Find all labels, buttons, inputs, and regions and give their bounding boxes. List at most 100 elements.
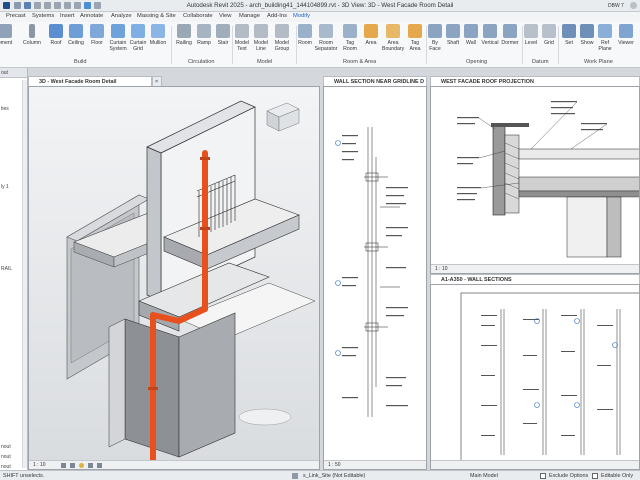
railing-button[interactable]: Railing: [174, 24, 194, 58]
ribbon: oment Column Roof Ceiling Floor Curtain …: [0, 22, 640, 68]
curtain-system-icon: [111, 24, 125, 38]
mullion-icon: [151, 24, 165, 38]
user-label[interactable]: DBW 7: [608, 3, 624, 9]
window-title: Autodesk Revit 2025 - arch_building41_14…: [186, 2, 454, 9]
menu-view[interactable]: View: [219, 13, 231, 19]
menu-systems[interactable]: Systems: [32, 13, 54, 19]
dormer-icon: [503, 24, 517, 38]
view-3d-west-facade[interactable]: 1 : 10: [28, 86, 320, 470]
status-bar: SHIFT unselects. s_Link_Site (Not Editab…: [0, 470, 640, 480]
exclude-options-checkbox[interactable]: [540, 473, 546, 479]
tab-3d-close[interactable]: ×: [152, 76, 162, 86]
model-line-button[interactable]: Model Line: [252, 24, 270, 58]
view-scale[interactable]: 1 : 50: [328, 462, 341, 468]
ramp-icon: [197, 24, 211, 38]
dormer-button[interactable]: Dormer: [500, 24, 520, 58]
view-roof-projection[interactable]: 1 : 10: [430, 86, 640, 274]
shaft-button[interactable]: Shaft: [445, 24, 461, 58]
vertical-opening-button[interactable]: Vertical: [480, 24, 500, 58]
properties-row[interactable]: nout: [1, 454, 11, 460]
menu-precast[interactable]: Precast: [6, 13, 26, 19]
properties-row[interactable]: ly 1: [1, 184, 9, 190]
shadows-icon[interactable]: [88, 463, 93, 468]
menu-insert[interactable]: Insert: [60, 13, 75, 19]
menu-manage[interactable]: Manage: [239, 13, 260, 19]
model-text-icon: [235, 24, 249, 38]
crop-view-icon[interactable]: [97, 463, 102, 468]
view-wall-sections-sheet[interactable]: [430, 284, 640, 470]
status-exclude-options: Exclude Options: [549, 473, 589, 479]
menu-add-ins[interactable]: Add-Ins: [267, 13, 287, 19]
by-face-icon: [428, 24, 442, 38]
ceiling-button[interactable]: Ceiling: [66, 24, 86, 58]
help-icon[interactable]: [630, 2, 637, 9]
room-button[interactable]: Room: [297, 24, 313, 58]
menu-analyze[interactable]: Analyze: [111, 13, 132, 19]
properties-row[interactable]: nout: [1, 444, 11, 450]
view-scale[interactable]: 1 : 10: [435, 266, 448, 272]
tag-area-button[interactable]: Tag Area: [406, 24, 424, 58]
tag-room-button[interactable]: Tag Room: [341, 24, 359, 58]
grid-icon: [542, 24, 556, 38]
view-control-bar: [431, 460, 639, 469]
roof-detail-drawing: [457, 101, 639, 258]
panel-label-datum: Datum: [532, 59, 549, 65]
tab-roof-projection-label: WEST FACADE ROOF PROJECTION: [441, 79, 534, 85]
status-link[interactable]: s_Link_Site (Not Editable): [303, 473, 365, 479]
moment-icon: [0, 24, 12, 38]
panel-label-work-plane: Work Plane: [584, 59, 613, 65]
viewer-button[interactable]: Viewer: [614, 24, 638, 58]
area-boundary-button[interactable]: Area Boundary: [382, 24, 404, 58]
show-button[interactable]: Show: [578, 24, 596, 58]
shaft-icon: [446, 24, 460, 38]
ramp-button[interactable]: Ramp: [196, 24, 212, 58]
worksets-icon[interactable]: [292, 473, 298, 479]
level-button[interactable]: Level: [523, 24, 539, 58]
wall-opening-icon: [464, 24, 478, 38]
visual-style-icon[interactable]: [70, 463, 75, 468]
view-wall-section-d[interactable]: 1 : 50: [323, 86, 427, 470]
properties-panel[interactable]: out ties ly 1 RAIL nout nout nout: [0, 68, 28, 470]
properties-panel-scrollbar[interactable]: [22, 80, 27, 468]
moment-button[interactable]: oment: [0, 24, 14, 58]
view-control-bar: 1 : 10: [431, 264, 639, 273]
ref-plane-button[interactable]: Ref Plane: [597, 24, 613, 58]
curtain-grid-icon: [131, 24, 145, 38]
room-separator-button[interactable]: Room Separator: [313, 24, 339, 58]
curtain-grid-button[interactable]: Curtain Grid: [128, 24, 148, 58]
close-icon: ×: [155, 79, 159, 85]
status-message: SHIFT unselects.: [3, 473, 45, 479]
tab-3d-west-facade[interactable]: 3D - West Facade Room Detail: [28, 76, 152, 86]
set-button[interactable]: Set: [561, 24, 577, 58]
tab-3d-west-facade-label: 3D - West Facade Room Detail: [39, 79, 117, 85]
tab-roof-projection[interactable]: WEST FACADE ROOF PROJECTION: [430, 76, 640, 86]
by-face-button[interactable]: By Face: [427, 24, 443, 58]
floor-button[interactable]: Floor: [88, 24, 106, 58]
editable-only-checkbox[interactable]: [592, 473, 598, 479]
tab-wall-sections-sheet[interactable]: A1-A350 - WALL SECTIONS: [430, 274, 640, 284]
wall-opening-button[interactable]: Wall: [464, 24, 478, 58]
grid-button[interactable]: Grid: [542, 24, 556, 58]
sun-path-icon[interactable]: [79, 463, 84, 468]
detail-level-icon[interactable]: [61, 463, 66, 468]
room-icon: [298, 24, 312, 38]
mullion-button[interactable]: Mullion: [148, 24, 168, 58]
model-text-button[interactable]: Model Text: [233, 24, 251, 58]
view-scale[interactable]: 1 : 10: [33, 462, 46, 468]
menu-annotate[interactable]: Annotate: [80, 13, 103, 19]
tab-wall-section-d[interactable]: WALL SECTION NEAR GRIDLINE D: [323, 76, 427, 86]
curtain-system-button[interactable]: Curtain System: [107, 24, 129, 58]
properties-row[interactable]: ties: [1, 106, 9, 112]
properties-row[interactable]: RAIL: [1, 266, 12, 272]
ribbon-divider: [558, 26, 559, 64]
status-design-option[interactable]: Main Model: [470, 473, 498, 479]
column-button[interactable]: Column: [22, 24, 42, 58]
menu-modify[interactable]: Modify: [293, 13, 310, 19]
menu-massing-site[interactable]: Massing & Site: [137, 13, 176, 19]
model-group-button[interactable]: Model Group: [272, 24, 292, 58]
roof-button[interactable]: Roof: [48, 24, 64, 58]
area-button[interactable]: Area: [362, 24, 380, 58]
menu-collaborate[interactable]: Collaborate: [183, 13, 213, 19]
stair-button[interactable]: Stair: [215, 24, 231, 58]
view-control-bar: 1 : 50: [324, 460, 426, 469]
